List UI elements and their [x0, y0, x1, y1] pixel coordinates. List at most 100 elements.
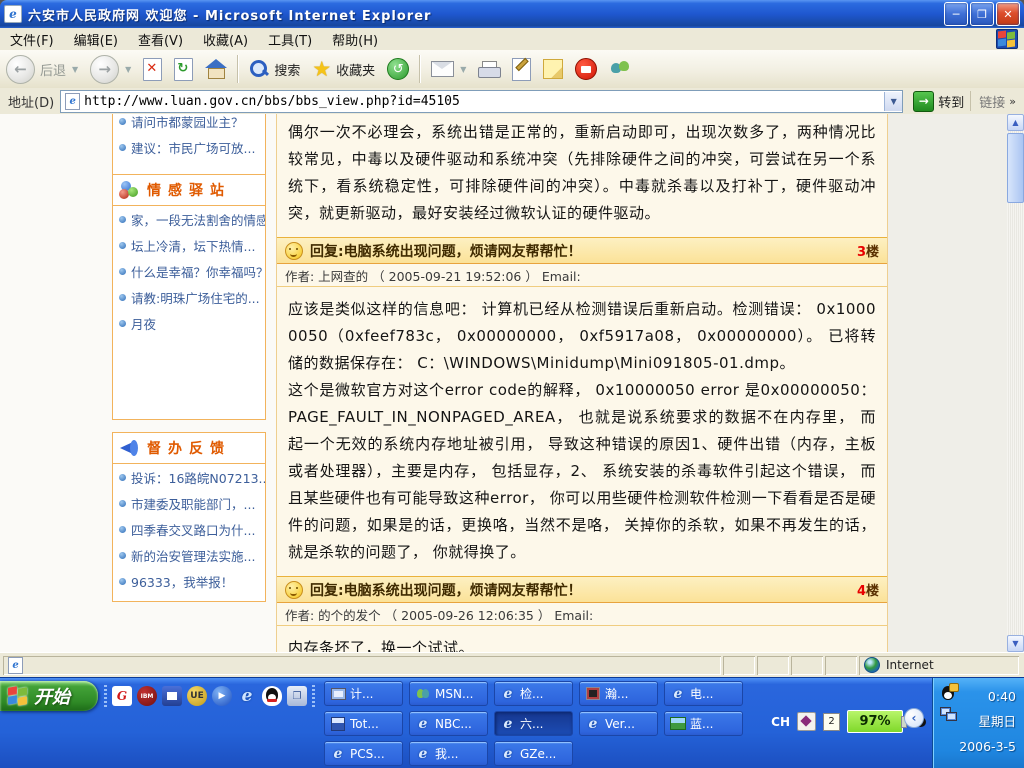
address-field[interactable]: e ▼ [60, 90, 903, 113]
address-dropdown-button[interactable]: ▼ [884, 92, 902, 111]
sidebar-link-label: 投诉：16路皖N07213... [131, 468, 265, 487]
qq-tray-icon[interactable] [940, 684, 956, 701]
task-button-area: 计... MSN... e检... 瀚... e电... Tot... eNBC… [324, 681, 744, 768]
back-button[interactable]: ← 后退 ▼ [0, 53, 84, 86]
quick-launch-handle[interactable] [312, 685, 315, 707]
sidebar-link[interactable]: 96333，我举报！ [113, 568, 265, 594]
red-g-icon[interactable]: G [112, 686, 132, 706]
links-bar[interactable]: 链接 » [970, 91, 1024, 111]
sidebar-link[interactable]: 家，一段无法割舍的情感 [113, 206, 265, 232]
stop-button[interactable]: ✕ [137, 56, 168, 83]
sidebar-link-label: 建议：市民广场可放... [131, 138, 255, 157]
go-button[interactable]: → 转到 [907, 91, 970, 112]
menu-tools[interactable]: 工具(T) [258, 28, 322, 51]
print-button[interactable] [472, 59, 506, 79]
qq-icon[interactable] [262, 686, 282, 706]
post-4-header: 回复:电脑系统出现问题，烦请网友帮帮忙！ 4楼 [277, 576, 887, 603]
forward-button[interactable]: → ▼ [84, 53, 137, 86]
sidebar-link[interactable]: 新的治安管理法实施... [113, 542, 265, 568]
sidebar-link[interactable]: 建议：市民广场可放... [113, 134, 265, 160]
pen-input-icon[interactable] [797, 712, 816, 731]
clock-weekday: 星期日 [959, 709, 1016, 734]
scrollbar-thumb[interactable] [1007, 133, 1024, 203]
sidebar-link[interactable]: 月夜 [113, 310, 265, 336]
minimize-button[interactable]: ─ [944, 2, 968, 26]
bullet-icon [119, 268, 126, 275]
task-button-total[interactable]: Tot... [324, 711, 403, 736]
ultraedit-icon[interactable]: UE [187, 686, 207, 706]
app-window-icon[interactable]: ❐ [287, 686, 307, 706]
sidebar-link[interactable]: 投诉：16路皖N07213... [113, 464, 265, 490]
post-title: 回复:电脑系统出现问题，烦请网友帮帮忙！ [310, 580, 850, 600]
network-tray-icon[interactable] [940, 707, 956, 721]
menu-view[interactable]: 查看(V) [128, 28, 193, 51]
collapse-tray-button[interactable]: ‹ [904, 708, 924, 728]
close-button[interactable]: ✕ [996, 2, 1020, 26]
post-3-content: 应该是类似这样的信息吧： 计算机已经从检测错误后重新启动。检测错误： 0x100… [277, 287, 887, 576]
task-button-han[interactable]: 瀚... [579, 681, 658, 706]
scroll-up-button[interactable]: ▲ [1007, 114, 1024, 131]
status-pane [791, 656, 823, 675]
realname-button[interactable] [569, 56, 603, 82]
sidebar-link[interactable]: 请问市都蒙园业主？ [113, 114, 265, 134]
task-button-lan[interactable]: 蓝... [664, 711, 743, 736]
ie-icon: e [330, 746, 346, 761]
sidebar-link[interactable]: 请教:明珠广场住宅的... [113, 284, 265, 310]
messenger-button[interactable] [603, 57, 637, 81]
bullet-icon [119, 118, 126, 125]
history-button[interactable]: ↺ [381, 56, 415, 82]
menu-file[interactable]: 文件(F) [0, 28, 64, 51]
go-label: 转到 [938, 92, 964, 111]
task-button-nbc[interactable]: eNBC... [409, 711, 488, 736]
task-button-computer[interactable]: 计... [324, 681, 403, 706]
ie-quicklaunch-icon[interactable]: e [237, 686, 257, 706]
media-player-icon[interactable]: ▶ [212, 686, 232, 706]
menu-help[interactable]: 帮助(H) [322, 28, 388, 51]
start-button[interactable]: 开始 [0, 681, 98, 711]
sidebar-link[interactable]: 什么是幸福？你幸福吗？ [113, 258, 265, 284]
bullet-icon [119, 320, 126, 327]
sidebar-link[interactable]: 四季春交叉路口为什... [113, 516, 265, 542]
address-input[interactable] [84, 94, 884, 109]
task-button-ver[interactable]: eVer... [579, 711, 658, 736]
refresh-button[interactable]: ↻ [168, 56, 199, 83]
task-button-dian[interactable]: e电... [664, 681, 743, 706]
menu-favorites[interactable]: 收藏(A) [193, 28, 258, 51]
sticky-note-icon [543, 59, 563, 79]
sidebar-link[interactable]: 坛上冷清，坛下热情... [113, 232, 265, 258]
post-paragraph: 这个是微软官方对这个error code的解释， 0x10000050 erro… [288, 377, 876, 566]
home-button[interactable] [199, 57, 233, 81]
battery-indicator[interactable]: 97% [847, 710, 903, 733]
clock-display[interactable]: 0:40 星期日 2006-3-5 [959, 684, 1016, 759]
sidebar-link-label: 96333，我举报！ [131, 572, 233, 591]
task-button-gze[interactable]: eGZe... [494, 741, 573, 766]
clock-time: 0:40 [959, 684, 1016, 709]
restore-button[interactable]: ❐ [970, 2, 994, 26]
edit-button[interactable] [506, 56, 537, 83]
language-indicator[interactable]: CH [771, 715, 790, 729]
sidebar-link[interactable]: 市建委及职能部门，... [113, 490, 265, 516]
menu-edit[interactable]: 编辑(E) [64, 28, 128, 51]
task-button-jian[interactable]: e检... [494, 681, 573, 706]
disk-icon[interactable] [162, 686, 182, 706]
floor-badge: 4楼 [857, 580, 879, 599]
task-button-luan-active[interactable]: e六... [494, 711, 573, 736]
task-button-msn[interactable]: MSN... [409, 681, 488, 706]
status-zone-label: Internet [886, 658, 934, 672]
vertical-scrollbar[interactable]: ▲ ▼ [1007, 114, 1024, 652]
mail-button[interactable]: ▼ [425, 59, 472, 79]
scroll-down-button[interactable]: ▼ [1007, 635, 1024, 652]
ime-keyboard-icon[interactable]: 2 [823, 713, 840, 731]
favorites-button[interactable]: ★ 收藏夹 [306, 57, 381, 81]
search-button[interactable]: 搜索 [243, 57, 306, 81]
bullet-icon [119, 216, 126, 223]
notes-button[interactable] [537, 57, 569, 81]
status-pane [723, 656, 755, 675]
ibm-icon[interactable]: IBM [137, 686, 157, 706]
taskbar: 开始 G IBM UE ▶ e ❐ 计... MSN... e检... 瀚...… [0, 677, 1024, 768]
quick-launch-handle[interactable] [104, 685, 107, 707]
forum-thread-panel: 偶尔一次不必理会，系统出错是正常的，重新启动即可，出现次数多了，两种情况比较常见… [276, 114, 888, 652]
image-icon [670, 716, 686, 731]
task-button-pcs[interactable]: ePCS... [324, 741, 403, 766]
task-button-wo[interactable]: e我... [409, 741, 488, 766]
